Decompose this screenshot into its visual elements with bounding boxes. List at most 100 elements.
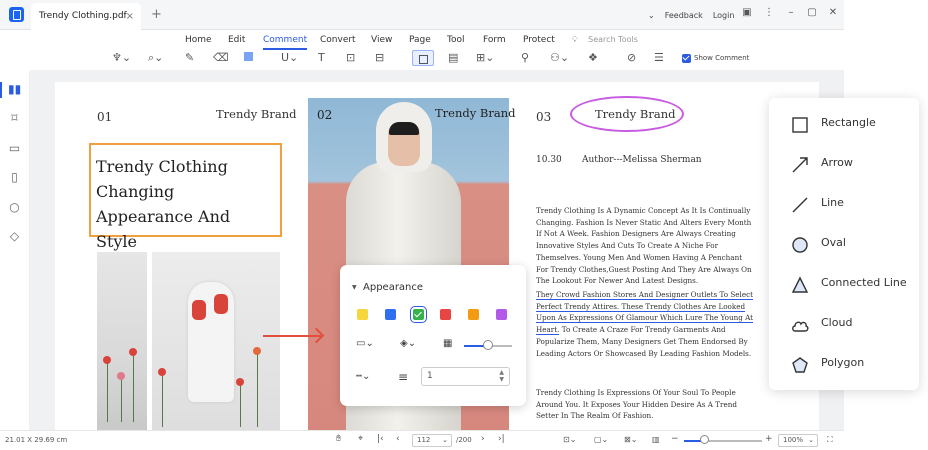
measure-icon[interactable]: ⊞⌄ xyxy=(476,50,494,66)
note-icon[interactable]: ▤ xyxy=(448,50,458,66)
border-color-icon[interactable]: ▭⌄ xyxy=(356,338,374,349)
line-icon xyxy=(792,197,808,213)
bookmark-icon[interactable]: ⌑ xyxy=(8,112,21,125)
menu-tool[interactable]: Tool xyxy=(447,35,464,45)
zoom-in-icon[interactable]: + xyxy=(765,434,773,444)
close-tab-icon[interactable]: × xyxy=(126,3,134,30)
shape-polygon[interactable]: Polygon xyxy=(769,350,919,378)
minimize-icon[interactable]: – xyxy=(786,8,796,18)
comment-list-icon[interactable]: ☰ xyxy=(654,50,664,66)
shape-tool-button[interactable] xyxy=(412,50,434,66)
appearance-title: Appearance xyxy=(363,282,424,293)
search-tools[interactable]: 💡︎ Search Tools xyxy=(572,35,638,45)
maximize-icon[interactable]: ▢ xyxy=(807,8,817,18)
page2-number: 02 xyxy=(317,108,333,122)
opacity-slider-knob[interactable] xyxy=(483,340,493,350)
collapse-caret-icon[interactable]: ▼ xyxy=(352,284,357,291)
eraser-icon[interactable]: ⌫ xyxy=(213,50,229,66)
hand-tool-icon[interactable]: ✋︎ xyxy=(336,434,341,444)
prev-page-icon[interactable]: ‹ xyxy=(396,434,400,444)
text-icon[interactable]: T xyxy=(318,50,325,66)
thumbnails-icon[interactable]: ▮▮ xyxy=(8,83,21,96)
color-swatch[interactable] xyxy=(409,306,427,323)
shape-rectangle[interactable]: Rectangle xyxy=(769,110,919,138)
menu-protect[interactable]: Protect xyxy=(523,35,555,45)
shape-cloud[interactable]: Cloud xyxy=(769,310,919,338)
stamp-icon[interactable]: ⚲ xyxy=(521,50,529,66)
page-dropdown-icon[interactable]: ⌄ xyxy=(442,435,448,446)
zoom-input[interactable]: 100% ⌄ xyxy=(778,434,818,447)
spinner-icon[interactable]: ▲ ▼ xyxy=(499,369,504,383)
page-layout-icon[interactable]: ▢⌄ xyxy=(594,435,608,444)
menu-form[interactable]: Form xyxy=(483,35,506,45)
menu-page[interactable]: Page xyxy=(409,35,431,45)
color-swatch[interactable] xyxy=(496,309,507,320)
underline-icon[interactable]: U⌄ xyxy=(281,50,298,66)
fill-color-icon[interactable]: ◈⌄ xyxy=(400,338,416,349)
app-window: Trendy Clothing.pdf × + ⌄ Feedback Login… xyxy=(0,0,928,450)
highlight-icon[interactable]: ♆⌄ xyxy=(112,50,131,66)
shape-oval[interactable]: Oval xyxy=(769,230,919,258)
document-tab-title: Trendy Clothing.pdf xyxy=(39,11,127,21)
search-icon[interactable]: ○ xyxy=(8,201,21,214)
show-comment-checkbox[interactable] xyxy=(682,54,691,63)
menu-comment[interactable]: Comment xyxy=(263,35,308,50)
appearance-panel: ▼ Appearance ▭⌄ ◈⌄ ▦ ┅⌄ ≡ 1 ▲ ▼ xyxy=(340,265,526,406)
menu-home[interactable]: Home xyxy=(185,35,212,45)
zoom-out-icon[interactable]: − xyxy=(671,434,679,444)
shape-connected-line[interactable]: Connected Line xyxy=(769,270,919,298)
color-swatch[interactable] xyxy=(440,309,452,320)
shape-dropdown: Rectangle Arrow Line Oval Connected Line… xyxy=(769,98,919,390)
color-swatch[interactable] xyxy=(468,309,480,320)
layers-icon[interactable]: ◇ xyxy=(8,230,21,243)
page3-brand: Trendy Brand xyxy=(595,107,676,121)
page-number-input[interactable]: 112 ⌄ xyxy=(412,434,452,447)
line-style-icon[interactable]: ┅⌄ xyxy=(356,371,370,382)
fit-width-icon[interactable]: ⊡⌄ xyxy=(563,435,576,444)
close-window-icon[interactable]: ✕ xyxy=(828,8,838,18)
shape-label-line: Line xyxy=(821,196,844,209)
line-width-input[interactable]: 1 ▲ ▼ xyxy=(421,367,510,386)
callout-icon[interactable]: ⊟ xyxy=(375,50,384,66)
attach-stamp-icon[interactable]: ❖ xyxy=(588,50,598,66)
shape-arrow[interactable]: Arrow xyxy=(769,150,919,178)
login-link[interactable]: Login xyxy=(713,11,735,20)
shape-label-connected-line: Connected Line xyxy=(821,276,907,289)
menu-edit[interactable]: Edit xyxy=(228,35,245,45)
signature-icon[interactable]: ⚇⌄ xyxy=(550,50,569,66)
color-swatch[interactable] xyxy=(357,309,368,320)
new-tab-icon[interactable]: + xyxy=(151,7,162,22)
chevron-down-icon[interactable]: ⌄ xyxy=(648,11,655,20)
page-mode-icon[interactable]: ⊠⌄ xyxy=(624,435,637,444)
zoom-slider-knob[interactable] xyxy=(700,435,709,444)
zoom-dropdown-icon[interactable]: ⌄ xyxy=(808,435,814,446)
area-highlight-icon[interactable]: ⌕⌄ xyxy=(148,50,163,66)
fullscreen-icon[interactable]: ⛶ xyxy=(827,435,833,445)
first-page-icon[interactable]: |‹ xyxy=(377,434,384,444)
feedback-link[interactable]: Feedback xyxy=(665,11,703,20)
shape-label-rectangle: Rectangle xyxy=(821,116,876,129)
menu-view[interactable]: View xyxy=(371,35,392,45)
zoom-slider[interactable] xyxy=(684,440,762,442)
pencil-icon[interactable]: ✎ xyxy=(185,50,194,66)
color-fill-icon[interactable] xyxy=(243,50,253,66)
more-menu-icon[interactable]: ⋮ xyxy=(764,8,774,18)
attachment-panel-icon[interactable]: ▯ xyxy=(8,171,21,184)
attachment-icon[interactable]: ⊘ xyxy=(627,50,636,66)
search-tools-input[interactable]: Search Tools xyxy=(588,35,638,44)
document-tab[interactable]: Trendy Clothing.pdf × xyxy=(31,3,141,30)
next-page-icon[interactable]: › xyxy=(481,434,485,444)
menu-convert[interactable]: Convert xyxy=(320,35,356,45)
shape-label-polygon: Polygon xyxy=(821,356,865,369)
arrow-annotation[interactable] xyxy=(263,335,321,337)
comment-icon[interactable]: ▭ xyxy=(8,142,21,155)
shape-line[interactable]: Line xyxy=(769,190,919,218)
color-swatch[interactable] xyxy=(384,309,396,320)
textbox-icon[interactable]: ⊡ xyxy=(346,50,355,66)
last-page-icon[interactable]: ›| xyxy=(498,434,505,444)
oval-icon xyxy=(792,237,808,253)
total-pages: /200 xyxy=(456,436,472,444)
two-page-icon[interactable]: ▥ xyxy=(652,435,660,444)
notification-icon[interactable]: ▣ xyxy=(742,8,752,18)
select-tool-icon[interactable]: ⌖ xyxy=(358,434,363,444)
